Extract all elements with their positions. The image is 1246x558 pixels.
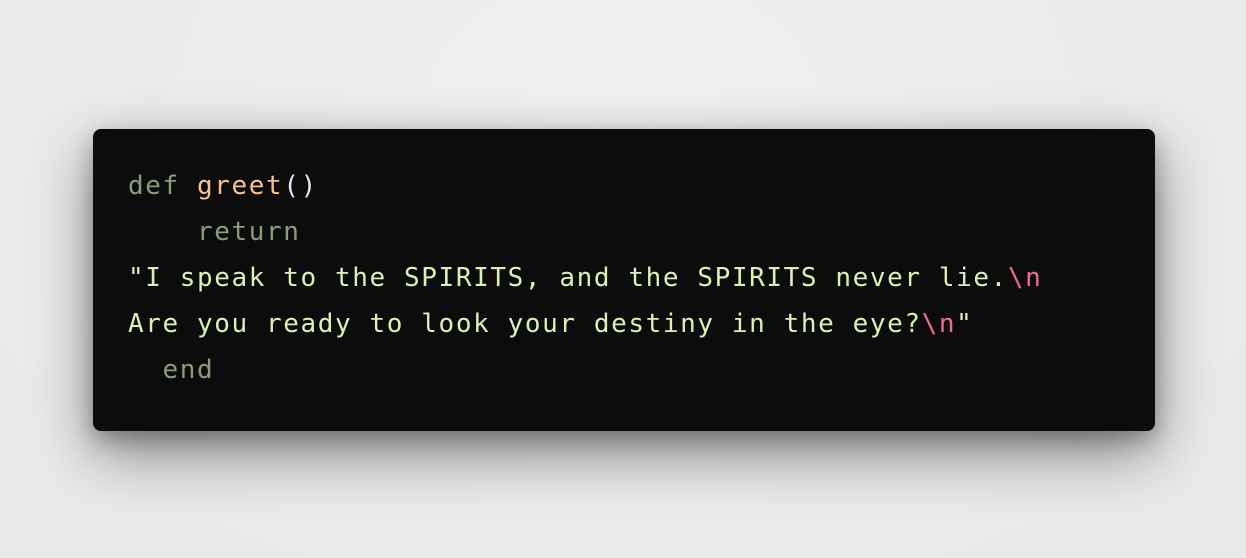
- code-line-2: return: [128, 209, 1042, 255]
- keyword-end: end: [162, 355, 215, 385]
- code-block: def greet() return "I speak to the SPIRIT…: [128, 163, 1042, 393]
- escape-sequence: \n: [1007, 263, 1043, 293]
- parentheses: (): [283, 171, 318, 201]
- code-line-1: def greet(): [128, 163, 1042, 209]
- keyword-def: def: [128, 171, 180, 201]
- string-literal-part-2: Are you ready to look your destiny in th…: [128, 309, 922, 339]
- string-literal-part-1: "I speak to the SPIRITS, and the SPIRITS…: [128, 263, 1008, 293]
- code-line-4: Are you ready to look your destiny in th…: [128, 301, 1042, 347]
- code-line-3: "I speak to the SPIRITS, and the SPIRITS…: [128, 255, 1042, 301]
- keyword-return: return: [197, 217, 301, 247]
- closing-quote: ": [956, 309, 974, 339]
- escape-sequence: \n: [921, 309, 957, 339]
- function-name: greet: [197, 171, 284, 201]
- code-line-5: end: [128, 347, 1042, 393]
- code-window: def greet() return "I speak to the SPIRIT…: [93, 129, 1155, 431]
